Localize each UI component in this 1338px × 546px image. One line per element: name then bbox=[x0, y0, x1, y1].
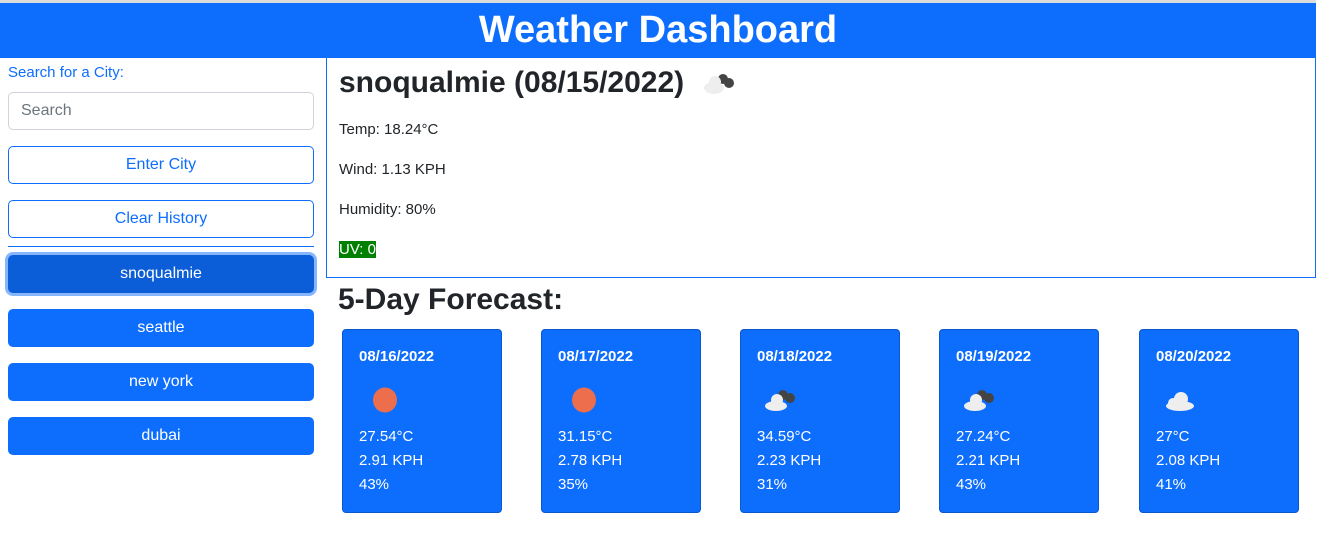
forecast-heading: 5-Day Forecast: bbox=[338, 283, 564, 316]
forecast-temp: 27.24°C bbox=[956, 428, 1011, 445]
forecast-wind: 2.91 KPH bbox=[359, 452, 424, 469]
cloud-broken-icon bbox=[956, 382, 1006, 418]
forecast-wind: 2.21 KPH bbox=[956, 452, 1021, 469]
forecast-temp: 31.15°C bbox=[558, 428, 613, 445]
history-city-button[interactable]: seattle bbox=[8, 309, 314, 347]
history-city-button[interactable]: new york bbox=[8, 363, 314, 401]
forecast-date: 08/19/2022 bbox=[956, 348, 1032, 365]
forecast-wind: 2.78 KPH bbox=[558, 452, 623, 469]
forecast-humidity: 41% bbox=[1156, 476, 1187, 493]
history-city-button[interactable]: snoqualmie bbox=[8, 255, 314, 293]
uv-badge: UV: 0 bbox=[339, 241, 376, 258]
forecast-card: 08/18/2022 34.59°C 2.23 KPH 31% bbox=[740, 329, 900, 513]
forecast-humidity: 31% bbox=[757, 476, 788, 493]
forecast-humidity: 43% bbox=[359, 476, 390, 493]
search-label: Search for a City: bbox=[8, 64, 124, 81]
forecast-temp: 27.54°C bbox=[359, 428, 414, 445]
forecast-humidity: 43% bbox=[956, 476, 987, 493]
forecast-card: 08/19/2022 27.24°C 2.21 KPH 43% bbox=[939, 329, 1099, 513]
divider bbox=[8, 246, 314, 247]
history-city-button[interactable]: dubai bbox=[8, 417, 314, 455]
sun-icon bbox=[359, 382, 409, 418]
current-humidity: Humidity: 80% bbox=[339, 201, 436, 218]
search-input[interactable] bbox=[8, 92, 314, 130]
current-wind: Wind: 1.13 KPH bbox=[339, 161, 446, 178]
page-title: Weather Dashboard bbox=[478, 9, 838, 51]
forecast-humidity: 35% bbox=[558, 476, 589, 493]
page-header: Weather Dashboard bbox=[0, 3, 1316, 58]
cloud-icon bbox=[1156, 382, 1206, 418]
forecast-temp: 34.59°C bbox=[757, 428, 812, 445]
current-weather-panel: snoqualmie (08/15/2022) Temp: 18.24°C Wi… bbox=[326, 58, 1316, 278]
forecast-wind: 2.08 KPH bbox=[1156, 452, 1221, 469]
current-temp: Temp: 18.24°C bbox=[339, 121, 439, 138]
forecast-card: 08/16/2022 27.54°C 2.91 KPH 43% bbox=[342, 329, 502, 513]
forecast-card: 08/20/2022 27°C 2.08 KPH 41% bbox=[1139, 329, 1299, 513]
forecast-date: 08/18/2022 bbox=[757, 348, 833, 365]
enter-city-button[interactable]: Enter City bbox=[8, 146, 314, 184]
forecast-date: 08/16/2022 bbox=[359, 348, 435, 365]
current-city-title: snoqualmie (08/15/2022) bbox=[339, 66, 685, 99]
cloud-broken-icon bbox=[757, 382, 807, 418]
sidebar: Search for a City: Enter City Clear Hist… bbox=[8, 58, 314, 455]
forecast-wind: 2.23 KPH bbox=[757, 452, 822, 469]
clear-history-button[interactable]: Clear History bbox=[8, 200, 314, 238]
forecast-date: 08/20/2022 bbox=[1156, 348, 1232, 365]
forecast-card: 08/17/2022 31.15°C 2.78 KPH 35% bbox=[541, 329, 701, 513]
forecast-temp: 27°C bbox=[1156, 428, 1190, 445]
forecast-date: 08/17/2022 bbox=[558, 348, 634, 365]
cloud-broken-icon bbox=[704, 74, 735, 94]
sun-icon bbox=[558, 382, 608, 418]
